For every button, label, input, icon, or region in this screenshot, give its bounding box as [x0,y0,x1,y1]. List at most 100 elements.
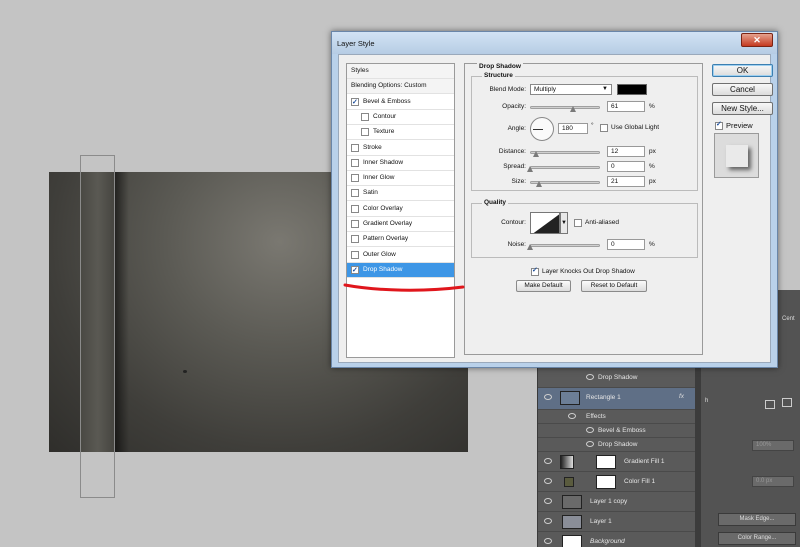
layer-effect-drop-shadow-top[interactable]: Drop Shadow [538,368,696,388]
feather-field[interactable]: 0.0 px [752,476,794,487]
close-button[interactable]: ✕ [741,33,773,47]
reset-to-default-button[interactable]: Reset to Default [581,280,647,292]
eye-icon[interactable] [586,427,594,433]
layers-scrollbar[interactable] [695,368,701,547]
layer-background[interactable]: Background [538,532,696,547]
size-input[interactable]: 21 [607,176,645,187]
knockout-checkbox[interactable] [531,266,539,276]
layer-effect-drop-shadow[interactable]: Drop Shadow [538,438,696,452]
style-item-styles[interactable]: Styles [347,64,454,79]
style-item-outer-glow[interactable]: Outer Glow [347,248,454,263]
style-item-label: Blending Options: Custom [351,82,427,90]
layer-layer-1-copy[interactable]: Layer 1 copy [538,492,696,512]
style-checkbox[interactable] [351,189,359,198]
style-item-stroke[interactable]: Stroke [347,141,454,156]
angle-dial[interactable] [530,117,554,141]
layer-gradient-fill-1[interactable]: Gradient Fill 1 [538,452,696,472]
style-checkbox[interactable] [351,235,359,244]
style-checkbox[interactable] [351,220,359,228]
contour-dropdown[interactable]: ▼ [560,212,568,234]
eye-icon[interactable] [544,458,552,464]
angle-label: Angle: [507,125,526,132]
style-checkbox[interactable] [351,250,359,259]
style-item-pattern-overlay[interactable]: Pattern Overlay [347,232,454,248]
layer-label: Color Fill 1 [624,478,656,485]
spread-input[interactable]: 0 [607,161,645,172]
size-slider-thumb[interactable] [536,181,542,187]
opacity-label: Opacity: [502,103,526,110]
vector-mask-icon[interactable] [782,398,792,407]
noise-unit: % [649,241,655,248]
fx-icon[interactable]: fx [679,393,684,400]
style-item-color-overlay[interactable]: Color Overlay [347,202,454,217]
angle-input[interactable]: 180 [558,123,588,134]
size-label: Size: [511,178,526,185]
mask-icon[interactable] [765,400,775,409]
gradient-thumbnail [560,455,574,469]
distance-slider-thumb[interactable] [533,151,539,157]
texture-speck [183,370,187,373]
preview-checkbox[interactable] [715,120,723,130]
blend-mode-select[interactable]: Multiply ▼ [530,84,612,95]
eye-icon[interactable] [544,518,552,524]
layer-effects-header[interactable]: Effects [538,410,696,424]
style-item-inner-glow[interactable]: Inner Glow [347,171,454,187]
style-item-satin[interactable]: Satin [347,186,454,202]
style-checkbox[interactable] [351,264,359,278]
style-checkbox[interactable] [351,96,359,110]
layer-color-fill-1[interactable]: Color Fill 1 [538,472,696,492]
shadow-color-swatch[interactable] [617,84,647,95]
style-item-inner-shadow[interactable]: Inner Shadow [347,156,454,171]
color-range-button[interactable]: Color Range... [718,532,796,545]
layer-layer-1[interactable]: Layer 1 [538,512,696,532]
eye-icon[interactable] [544,478,552,484]
eye-icon[interactable] [544,538,552,544]
cancel-button[interactable]: Cancel [712,83,773,96]
style-item-bevel-emboss[interactable]: Bevel & Emboss [347,95,454,110]
dialog-client: Styles Blending Options: Custom Bevel & Em… [338,54,773,363]
style-checkbox[interactable] [351,174,359,183]
noise-slider[interactable] [530,244,600,247]
ok-button[interactable]: OK [712,64,773,77]
quality-title: Quality [482,199,509,206]
density-field[interactable]: 100% [752,440,794,451]
style-checkbox[interactable] [361,128,369,137]
drop-shadow-panel: Drop Shadow Structure Blend Mode: Multip… [464,63,703,355]
eye-icon[interactable] [568,413,576,419]
title-bar[interactable]: Layer Style ✕ [332,32,777,54]
style-checkbox[interactable] [351,204,359,213]
spread-slider[interactable] [530,166,600,169]
style-item-label: Texture [373,128,395,136]
make-default-button[interactable]: Make Default [516,280,571,292]
mask-edge-button[interactable]: Mask Edge... [718,513,796,526]
style-checkbox[interactable] [351,143,359,152]
layer-rectangle-1[interactable]: Rectangle 1 fx [538,388,696,410]
noise-slider-thumb[interactable] [527,244,533,250]
eye-icon[interactable] [586,374,594,380]
contour-picker[interactable] [530,212,560,234]
style-checkbox[interactable] [361,112,369,121]
noise-label: Noise: [507,241,526,248]
eye-icon[interactable] [544,498,552,504]
opacity-slider-thumb[interactable] [569,106,576,112]
noise-input[interactable]: 0 [607,239,645,250]
eye-icon[interactable] [586,441,594,447]
layer-effect-bevel[interactable]: Bevel & Emboss [538,424,696,438]
dialog-title: Layer Style [337,39,375,48]
style-item-gradient-overlay[interactable]: Gradient Overlay [347,217,454,232]
style-item-contour[interactable]: Contour [347,110,454,125]
distance-slider[interactable] [530,151,600,154]
style-item-texture[interactable]: Texture [347,125,454,141]
eye-icon[interactable] [544,394,552,400]
new-style-button[interactable]: New Style... [712,102,773,115]
layer-label: Layer 1 copy [590,498,628,505]
style-checkbox[interactable] [351,158,359,167]
style-item-blending-options-custom[interactable]: Blending Options: Custom [347,79,454,95]
distance-input[interactable]: 12 [607,146,645,157]
style-item-drop-shadow[interactable]: Drop Shadow [347,262,454,278]
spread-slider-thumb[interactable] [527,166,533,172]
opacity-input[interactable]: 61 [607,101,645,112]
opacity-slider[interactable] [530,106,600,109]
anti-aliased-checkbox[interactable] [574,219,582,227]
use-global-light-checkbox[interactable] [600,124,608,132]
